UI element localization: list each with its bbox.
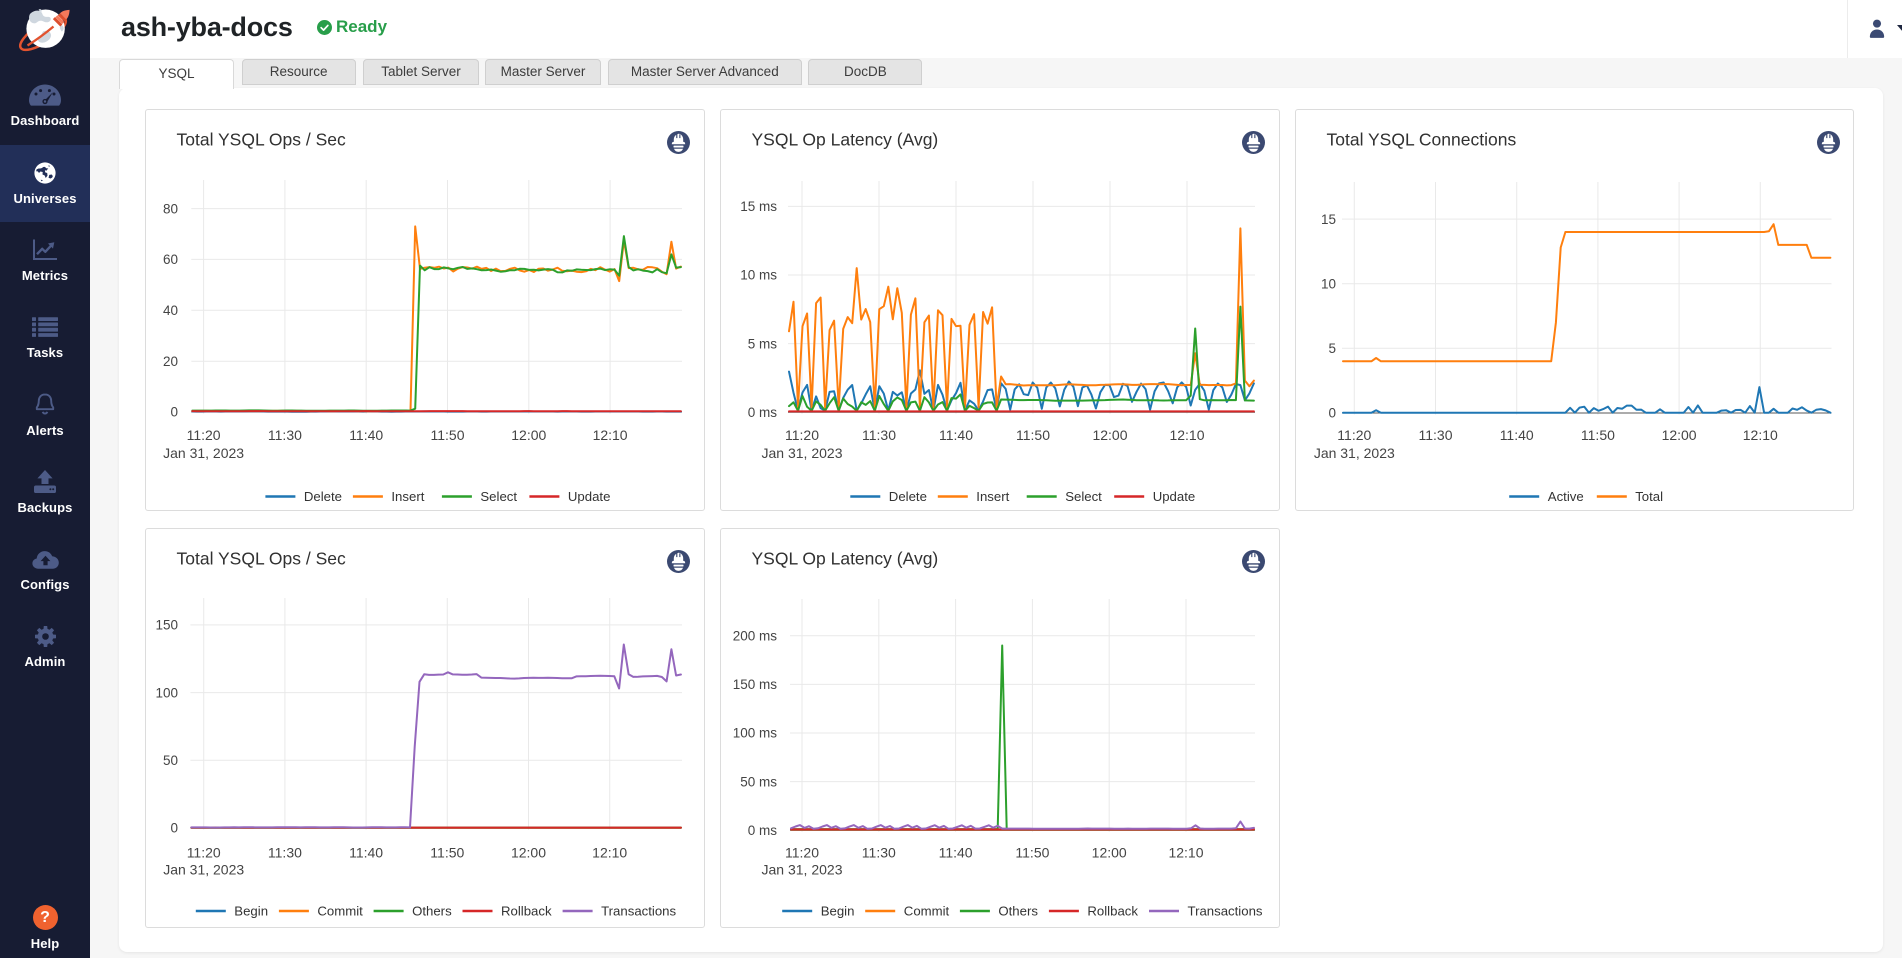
svg-text:Rollback: Rollback [1088, 904, 1139, 919]
svg-text:11:20: 11:20 [785, 845, 819, 861]
svg-text:150: 150 [155, 618, 178, 633]
svg-text:60: 60 [163, 252, 178, 267]
svg-text:Others: Others [412, 904, 452, 919]
svg-text:80: 80 [163, 201, 178, 216]
svg-text:Select: Select [1065, 489, 1102, 504]
svg-text:0 ms: 0 ms [748, 405, 778, 420]
svg-text:Begin: Begin [234, 904, 268, 919]
svg-text:Transactions: Transactions [1188, 904, 1263, 919]
svg-text:11:20: 11:20 [785, 427, 819, 443]
svg-text:0: 0 [1328, 406, 1336, 421]
svg-text:Jan 31, 2023: Jan 31, 2023 [762, 445, 843, 461]
svg-text:15: 15 [1321, 212, 1336, 227]
svg-text:11:20: 11:20 [1337, 427, 1371, 443]
svg-text:12:10: 12:10 [1170, 427, 1205, 443]
svg-text:12:10: 12:10 [593, 427, 628, 443]
svg-text:Jan 31, 2023: Jan 31, 2023 [163, 861, 244, 877]
svg-text:Total YSQL Connections: Total YSQL Connections [1326, 130, 1516, 150]
svg-text:Delete: Delete [304, 489, 342, 504]
svg-text:10 ms: 10 ms [740, 268, 777, 283]
svg-text:Update: Update [568, 489, 611, 504]
svg-text:12:10: 12:10 [1169, 845, 1204, 861]
svg-text:Jan 31, 2023: Jan 31, 2023 [762, 861, 843, 877]
svg-text:Rollback: Rollback [501, 904, 552, 919]
svg-text:11:30: 11:30 [862, 427, 896, 443]
svg-text:11:50: 11:50 [431, 427, 465, 443]
svg-text:12:00: 12:00 [1093, 427, 1128, 443]
svg-text:Begin: Begin [821, 904, 855, 919]
svg-text:YSQL Op Latency (Avg): YSQL Op Latency (Avg) [752, 130, 939, 150]
svg-text:15 ms: 15 ms [740, 199, 777, 214]
svg-text:Insert: Insert [976, 489, 1009, 504]
svg-text:11:50: 11:50 [1016, 427, 1050, 443]
svg-text:11:40: 11:40 [349, 427, 383, 443]
svg-text:Insert: Insert [391, 489, 424, 504]
svg-text:11:30: 11:30 [1418, 427, 1452, 443]
svg-text:Total: Total [1635, 489, 1663, 504]
svg-text:Commit: Commit [317, 904, 363, 919]
svg-text:0 ms: 0 ms [748, 823, 778, 838]
svg-text:11:40: 11:40 [939, 845, 973, 861]
svg-text:12:00: 12:00 [511, 845, 546, 861]
svg-text:12:10: 12:10 [592, 845, 627, 861]
svg-text:12:10: 12:10 [1742, 427, 1777, 443]
svg-text:Transactions: Transactions [601, 904, 676, 919]
svg-text:11:40: 11:40 [1499, 427, 1533, 443]
svg-text:Total YSQL Ops / Sec: Total YSQL Ops / Sec [177, 549, 346, 569]
svg-text:40: 40 [163, 303, 178, 318]
svg-text:200 ms: 200 ms [733, 629, 778, 644]
svg-text:100 ms: 100 ms [733, 726, 778, 741]
svg-text:100: 100 [155, 685, 178, 700]
svg-text:Active: Active [1547, 489, 1583, 504]
svg-text:11:50: 11:50 [1580, 427, 1614, 443]
svg-text:11:50: 11:50 [1016, 845, 1050, 861]
svg-text:5: 5 [1328, 341, 1336, 356]
svg-text:5 ms: 5 ms [748, 336, 778, 351]
svg-text:YSQL Op Latency (Avg): YSQL Op Latency (Avg) [752, 549, 939, 569]
svg-text:Commit: Commit [904, 904, 950, 919]
svg-text:0: 0 [170, 821, 178, 836]
svg-text:11:40: 11:40 [349, 845, 383, 861]
svg-text:50: 50 [163, 753, 178, 768]
svg-text:Update: Update [1153, 489, 1196, 504]
svg-text:12:00: 12:00 [1661, 427, 1696, 443]
svg-text:11:30: 11:30 [268, 427, 302, 443]
svg-text:0: 0 [170, 405, 178, 420]
svg-text:11:40: 11:40 [939, 427, 973, 443]
svg-text:11:50: 11:50 [430, 845, 464, 861]
svg-text:11:20: 11:20 [187, 427, 221, 443]
svg-text:12:00: 12:00 [1092, 845, 1127, 861]
svg-text:Jan 31, 2023: Jan 31, 2023 [163, 445, 244, 461]
svg-text:11:20: 11:20 [187, 845, 221, 861]
svg-text:Delete: Delete [889, 489, 927, 504]
svg-text:20: 20 [163, 354, 178, 369]
svg-text:12:00: 12:00 [511, 427, 546, 443]
svg-text:50 ms: 50 ms [740, 774, 777, 789]
svg-text:10: 10 [1321, 276, 1336, 291]
svg-text:150 ms: 150 ms [733, 677, 778, 692]
svg-text:Jan 31, 2023: Jan 31, 2023 [1313, 445, 1394, 461]
svg-text:Others: Others [999, 904, 1039, 919]
svg-text:11:30: 11:30 [862, 845, 896, 861]
svg-text:Total YSQL Ops / Sec: Total YSQL Ops / Sec [177, 130, 346, 150]
svg-text:11:30: 11:30 [268, 845, 302, 861]
svg-text:Select: Select [480, 489, 517, 504]
